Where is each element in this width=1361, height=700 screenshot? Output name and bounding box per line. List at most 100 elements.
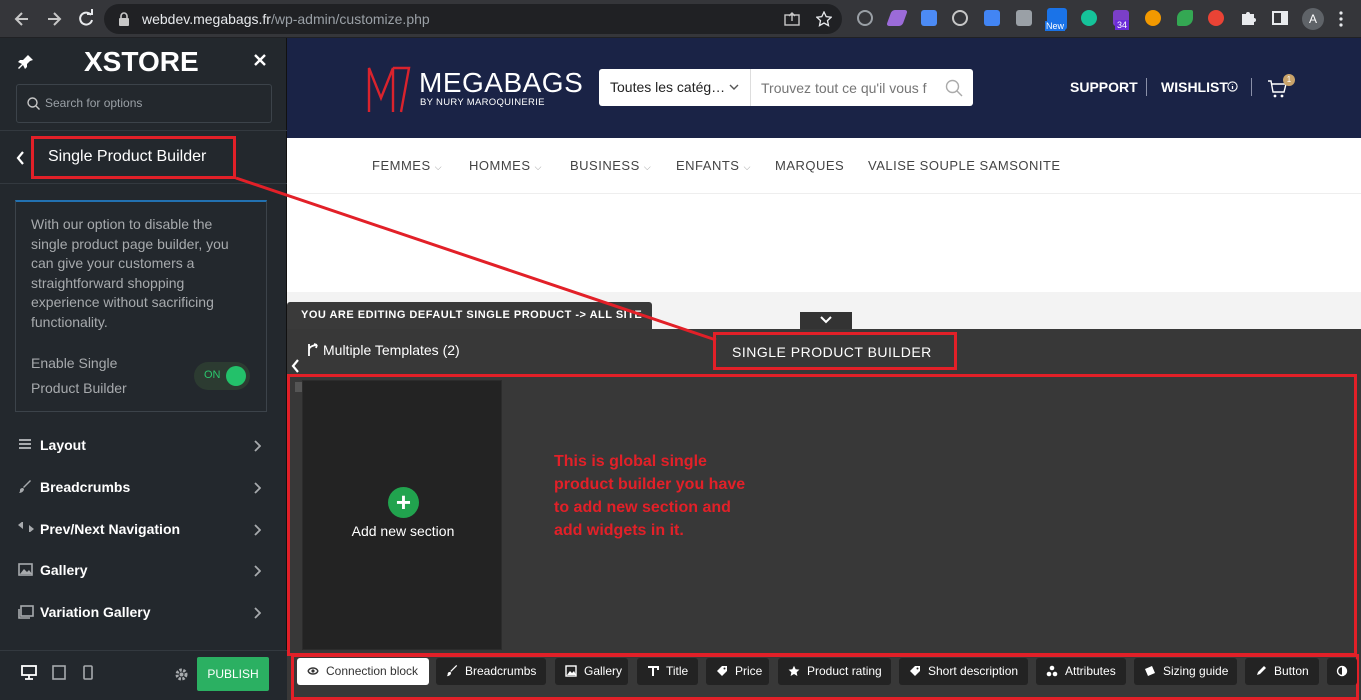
address-bar[interactable]: webdev.megabags.fr/wp-admin/customize.ph… <box>104 4 842 34</box>
enable-builder-toggle[interactable]: ON <box>194 362 250 390</box>
cart-count-badge: 1 <box>1283 74 1295 86</box>
site-search-bar: Toutes les catég… <box>599 69 973 106</box>
site-search-input[interactable] <box>752 69 932 106</box>
translate-extension-icon[interactable] <box>984 10 1000 26</box>
site-header: MEGABAGS BY NURY MAROQUINERIE Toutes les… <box>287 38 1361 138</box>
leaf-extension-icon[interactable] <box>1177 10 1193 26</box>
options-search-field[interactable]: Search for options <box>16 84 272 123</box>
add-new-section-block[interactable]: + Add new section <box>302 380 502 650</box>
brand-subtitle: BY NURY MAROQUINERIE <box>420 97 545 108</box>
widget-breadcrumbs[interactable]: Breadcrumbs <box>436 658 546 685</box>
widget-product-rating[interactable]: Product rating <box>778 658 891 685</box>
widget-price[interactable]: Price <box>706 658 769 685</box>
menu-item-gallery[interactable]: Gallery <box>0 551 287 591</box>
templates-icon <box>307 343 319 357</box>
color-extension-icon[interactable] <box>1208 10 1224 26</box>
menu-item-layout[interactable]: Layout <box>0 426 287 466</box>
counter-extension-icon[interactable]: 34 <box>1113 10 1130 30</box>
mobile-preview-icon[interactable] <box>83 665 93 680</box>
bookmark-star-icon[interactable] <box>816 11 832 27</box>
profile-avatar[interactable]: A <box>1302 8 1324 30</box>
chevron-left-icon[interactable] <box>291 359 300 373</box>
menu-label: Gallery <box>40 562 88 578</box>
builder-label: SINGLE PRODUCT BUILDER <box>732 344 932 360</box>
nav-item-femmes[interactable]: FEMMES ⌵ <box>372 158 442 173</box>
chevron-right-icon <box>254 482 261 494</box>
chevron-right-icon <box>254 565 261 577</box>
tablet-preview-icon[interactable] <box>52 665 66 680</box>
gear-icon[interactable] <box>174 667 189 682</box>
widget-label: Gallery <box>584 664 623 678</box>
editing-notice-tab: YOU ARE EDITING DEFAULT SINGLE PRODUCT -… <box>287 302 652 329</box>
chrome-menu-icon[interactable] <box>1339 11 1343 27</box>
globe-extension-icon[interactable] <box>952 10 968 26</box>
widget-connection-block[interactable]: Connection block <box>297 658 429 685</box>
plus-icon[interactable]: + <box>388 487 419 518</box>
chevron-down-icon <box>729 84 739 90</box>
share-icon[interactable] <box>784 12 800 26</box>
chevron-right-icon <box>254 524 261 536</box>
section-header: Single Product Builder <box>0 130 287 184</box>
nav-item-enfants[interactable]: ENFANTS ⌵ <box>676 158 751 173</box>
close-icon[interactable] <box>254 54 266 66</box>
nav-item-valise-souple-samsonite[interactable]: VALISE SOUPLE SAMSONITE <box>868 158 1061 173</box>
search-placeholder: Search for options <box>45 96 143 110</box>
puzzle-extensions-icon[interactable] <box>1240 10 1256 26</box>
docs-extension-icon[interactable] <box>921 10 937 26</box>
widget-gallery[interactable]: Gallery <box>555 658 628 685</box>
camera-extension-icon[interactable] <box>1016 10 1032 26</box>
reload-icon[interactable] <box>76 9 96 29</box>
url-path: /wp-admin/customize.php <box>270 11 430 27</box>
chevron-down-icon: ⌵ <box>643 162 652 172</box>
pencil-icon <box>1255 665 1267 677</box>
info-panel: With our option to disable the single pr… <box>15 200 267 412</box>
sidepanel-icon[interactable] <box>1272 10 1288 26</box>
widget-short-description[interactable]: Short description <box>899 658 1028 685</box>
back-chevron-icon[interactable] <box>16 151 25 165</box>
tag-icon <box>716 665 728 677</box>
megabags-logo-mark[interactable] <box>366 64 412 114</box>
category-select-value: Toutes les catég… <box>610 79 726 95</box>
widget-button[interactable]: Button <box>1245 658 1319 685</box>
site-content-area <box>287 194 1361 302</box>
builder-label-box: SINGLE PRODUCT BUILDER <box>713 332 957 370</box>
divider <box>1251 78 1252 96</box>
grammarly-icon[interactable] <box>1081 10 1097 26</box>
menu-item-breadcrumbs[interactable]: Breadcrumbs <box>0 468 287 508</box>
new-badge: New <box>1045 21 1066 31</box>
forward-icon[interactable] <box>44 9 64 29</box>
publish-button[interactable]: PUBLISH <box>197 657 269 691</box>
add-new-section-label: Add new section <box>351 523 455 539</box>
nav-item-business[interactable]: BUSINESS ⌵ <box>570 158 651 173</box>
widget-sizing-guide[interactable]: Sizing guide <box>1134 658 1237 685</box>
widget-label: Title <box>666 664 689 678</box>
brush-icon <box>446 665 458 677</box>
widget-more[interactable] <box>1327 658 1357 685</box>
desktop-preview-icon[interactable] <box>21 665 37 680</box>
customizer-sidebar: XSTORE Search for options Single Product… <box>0 38 287 700</box>
wishlist-link[interactable]: WISHLIST <box>1161 79 1228 95</box>
back-icon[interactable] <box>12 9 32 29</box>
lock-icon[interactable] <box>118 12 130 26</box>
multiple-templates-link[interactable]: Multiple Templates (2) <box>323 342 460 358</box>
search-icon[interactable] <box>945 79 963 97</box>
support-link[interactable]: SUPPORT <box>1070 79 1138 95</box>
widget-title[interactable]: Title <box>637 658 698 685</box>
chevron-down-icon: ⌵ <box>743 162 751 172</box>
widget-attributes[interactable]: Attributes <box>1036 658 1126 685</box>
nav-item-marques[interactable]: MARQUES <box>775 158 844 173</box>
pin-icon[interactable] <box>18 54 34 70</box>
brand-name[interactable]: MEGABAGS <box>419 67 583 99</box>
chevron-down-icon: ⌵ <box>434 162 443 172</box>
chevron-right-icon <box>254 440 261 452</box>
widget-label: Attributes <box>1065 664 1116 678</box>
collapse-builder-button[interactable] <box>800 312 852 329</box>
category-select[interactable]: Toutes les catég… <box>599 69 751 106</box>
feather-extension-icon[interactable] <box>886 10 908 26</box>
recycle-extension-icon[interactable] <box>857 10 873 26</box>
menu-item-prev-next-navigation[interactable]: Prev/Next Navigation <box>0 510 287 550</box>
nav-item-hommes[interactable]: HOMMES ⌵ <box>469 158 542 173</box>
menu-item-variation-gallery[interactable]: Variation Gallery <box>0 593 287 633</box>
moon-extension-icon[interactable] <box>1145 10 1161 26</box>
new-extension-icon[interactable]: New <box>1045 8 1067 31</box>
